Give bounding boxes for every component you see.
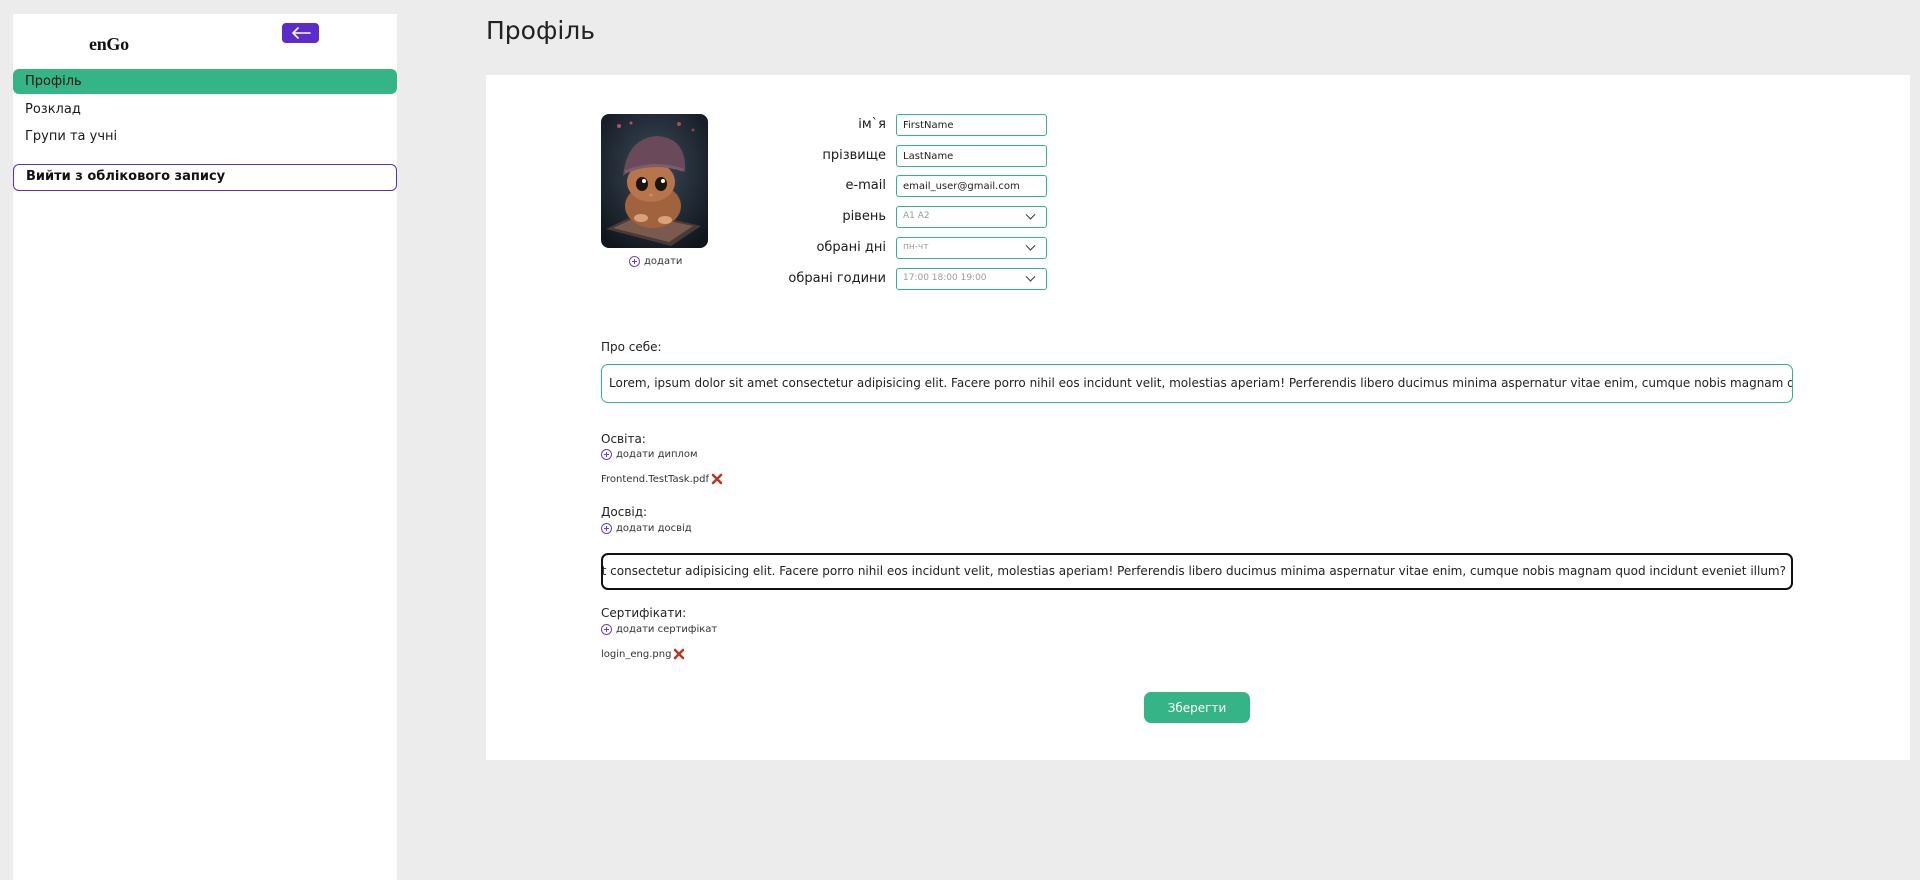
- last-name-input[interactable]: [896, 145, 1047, 167]
- days-select[interactable]: пн-чт: [896, 237, 1047, 259]
- email-field[interactable]: [896, 175, 1047, 197]
- delete-x-icon[interactable]: [673, 648, 685, 660]
- chevron-down-icon: [1025, 240, 1036, 251]
- certificate-file-item: login_eng.png: [601, 648, 685, 660]
- level-select[interactable]: A1 A2: [896, 206, 1047, 228]
- level-label: рівень: [842, 209, 886, 224]
- experience-text: Lorem, ipsum dolor sit amet consectetur …: [601, 564, 1786, 578]
- add-diploma-button[interactable]: додати диплом: [601, 449, 698, 460]
- last-name-label: прізвище: [822, 148, 886, 163]
- brand-logo: enGo: [89, 34, 129, 54]
- days-row: обрані дні: [486, 237, 886, 259]
- plus-circle-icon: [601, 523, 612, 534]
- experience-label: Досвід:: [601, 505, 648, 519]
- education-file-name: Frontend.TestTask.pdf: [601, 473, 709, 485]
- chevron-down-icon: [1025, 209, 1036, 220]
- sidebar-item-profile[interactable]: Профіль: [13, 69, 397, 94]
- hours-label: обрані години: [788, 271, 886, 286]
- add-certificate-label: додати сертифікат: [616, 624, 718, 635]
- first-name-row: ім`я: [486, 114, 886, 136]
- days-select-value: пн-чт: [903, 242, 929, 252]
- first-name-input[interactable]: [896, 114, 1047, 136]
- education-file-item: Frontend.TestTask.pdf: [601, 473, 723, 485]
- sidebar: enGo Профіль Розклад Групи та учні Вийти…: [13, 14, 397, 880]
- add-experience-label: додати досвід: [616, 523, 692, 534]
- back-button[interactable]: [282, 23, 319, 43]
- arrow-left-icon: [291, 27, 311, 39]
- last-name-row: прізвище: [486, 145, 886, 167]
- sidebar-item-groups[interactable]: Групи та учні: [13, 124, 397, 149]
- days-label: обрані дні: [816, 240, 886, 255]
- chevron-down-icon: [1025, 271, 1036, 282]
- delete-x-icon[interactable]: [711, 473, 723, 485]
- about-label: Про себе:: [601, 340, 662, 354]
- certificate-file-name: login_eng.png: [601, 648, 672, 660]
- profile-card: додати ім`я прізвище e-mail рівень A1 A2…: [486, 75, 1910, 760]
- hours-select-value: 17:00 18:00 19:00: [903, 273, 987, 283]
- email-label: e-mail: [845, 178, 886, 193]
- level-row: рівень: [486, 206, 886, 228]
- plus-circle-icon: [601, 449, 612, 460]
- about-textarea[interactable]: Lorem, ipsum dolor sit amet consectetur …: [601, 364, 1793, 403]
- add-experience-button[interactable]: додати досвід: [601, 523, 692, 534]
- experience-textarea[interactable]: Lorem, ipsum dolor sit amet consectetur …: [601, 553, 1793, 590]
- hours-row: обрані години: [486, 268, 886, 290]
- plus-circle-icon: [601, 624, 612, 635]
- hours-select[interactable]: 17:00 18:00 19:00: [896, 268, 1047, 290]
- level-select-value: A1 A2: [903, 211, 930, 221]
- first-name-label: ім`я: [858, 117, 886, 132]
- education-label: Освіта:: [601, 432, 646, 446]
- sidebar-item-schedule[interactable]: Розклад: [13, 97, 397, 122]
- email-row: e-mail: [486, 175, 886, 197]
- page-title: Профіль: [486, 16, 595, 45]
- add-diploma-label: додати диплом: [616, 449, 698, 460]
- save-button[interactable]: Зберегти: [1144, 692, 1250, 723]
- add-certificate-button[interactable]: додати сертифікат: [601, 624, 717, 635]
- certificates-label: Сертифікати:: [601, 606, 687, 620]
- logout-button[interactable]: Вийти з облікового запису: [13, 164, 397, 191]
